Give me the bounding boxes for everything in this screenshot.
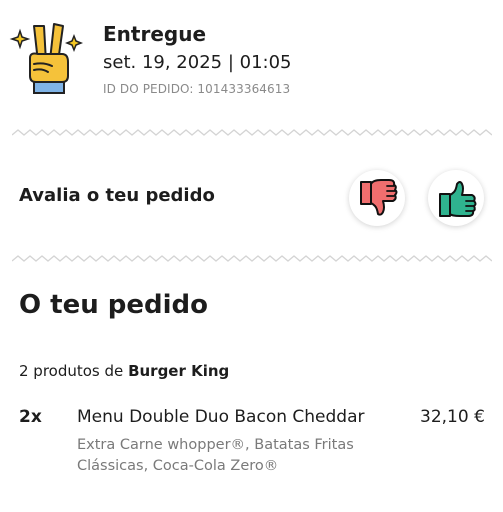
- item-quantity: 2x: [19, 407, 42, 427]
- store-name: Burger King: [128, 362, 230, 380]
- item-name: Menu Double Duo Bacon Cheddar: [77, 407, 365, 427]
- thumbs-up-icon: [439, 181, 477, 217]
- rate-order-label: Avalia o teu pedido: [19, 185, 215, 206]
- order-date: set. 19, 2025 | 01:05: [103, 52, 292, 73]
- status-title: Entregue: [103, 22, 207, 46]
- order-id: ID DO PEDIDO: 101433364613: [103, 82, 291, 96]
- order-status-header: Entregue set. 19, 2025 | 01:05 ID DO PED…: [0, 0, 503, 118]
- thumbs-down-icon: [360, 179, 398, 216]
- products-summary: 2 produtos de Burger King: [19, 362, 229, 380]
- thumbs-down-button[interactable]: [349, 170, 405, 226]
- order-heading: O teu pedido: [19, 290, 209, 320]
- thumbs-up-button[interactable]: [428, 170, 484, 226]
- item-price: 32,10 €: [420, 407, 485, 427]
- products-count: 2 produtos de: [19, 362, 124, 380]
- wavy-divider: [12, 255, 492, 262]
- victory-hand-icon: [8, 18, 88, 98]
- item-extras: Extra Carne whopper®, Batatas Fritas Clá…: [77, 437, 354, 474]
- wavy-divider: [12, 129, 492, 136]
